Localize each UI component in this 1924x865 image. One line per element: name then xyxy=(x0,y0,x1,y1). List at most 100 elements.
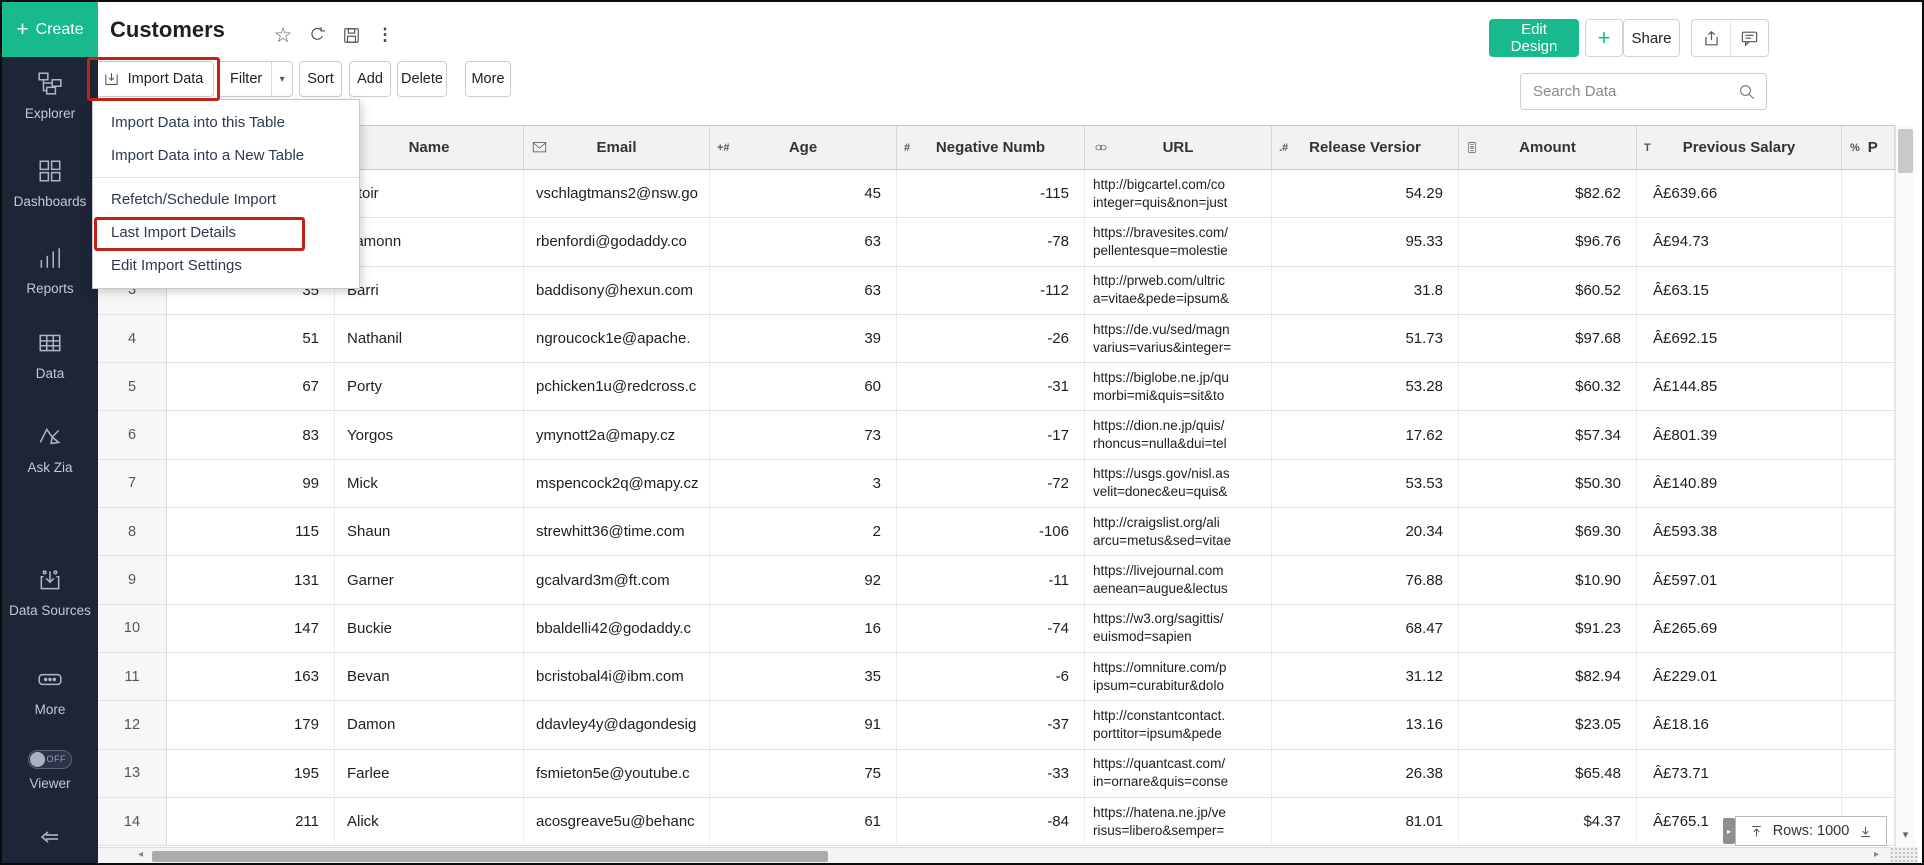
cell-p[interactable] xyxy=(1842,460,1895,507)
cell-n[interactable]: 11 xyxy=(98,653,167,700)
cell-email[interactable]: gcalvard3m@ft.com xyxy=(524,556,710,603)
cell-id[interactable]: 51 xyxy=(167,315,335,362)
cell-neg[interactable]: -78 xyxy=(897,218,1085,265)
cell-amount[interactable]: $82.94 xyxy=(1459,653,1637,700)
cell-amount[interactable]: $57.34 xyxy=(1459,411,1637,458)
cell-prev[interactable]: Â£593.38 xyxy=(1637,508,1842,555)
cell-n[interactable]: 10 xyxy=(98,605,167,652)
cell-id[interactable]: 83 xyxy=(167,411,335,458)
cell-prev[interactable]: Â£639.66 xyxy=(1637,170,1842,217)
table-row[interactable]: 1ictoirvschlagtmans2@nsw.go45-115http://… xyxy=(98,170,1895,218)
cell-id[interactable]: 67 xyxy=(167,363,335,410)
cell-release[interactable]: 53.28 xyxy=(1272,363,1459,410)
create-button[interactable]: + Create xyxy=(2,2,98,57)
cell-release[interactable]: 31.12 xyxy=(1272,653,1459,700)
cell-name[interactable]: Buckie xyxy=(335,605,524,652)
table-row[interactable]: 451Nathanilngroucock1e@apache.39-26https… xyxy=(98,315,1895,363)
menu-item-last-import-details[interactable]: Last Import Details xyxy=(93,216,359,249)
table-row[interactable]: 2eamonnrbenfordi@godaddy.co63-78https://… xyxy=(98,218,1895,266)
cell-age[interactable]: 63 xyxy=(710,218,897,265)
menu-item-refetch-schedule-import[interactable]: Refetch/Schedule Import xyxy=(93,183,359,216)
cell-n[interactable]: 8 xyxy=(98,508,167,555)
cell-age[interactable]: 61 xyxy=(710,798,897,845)
cell-id[interactable]: 115 xyxy=(167,508,335,555)
sidebar-item-dashboards[interactable]: Dashboards xyxy=(2,158,98,209)
cell-amount[interactable]: $4.37 xyxy=(1459,798,1637,845)
share-button[interactable]: Share xyxy=(1623,19,1680,57)
cell-neg[interactable]: -84 xyxy=(897,798,1085,845)
cell-url[interactable]: https://de.vu/sed/magnvarius=varius&inte… xyxy=(1085,315,1272,362)
cell-email[interactable]: acosgreave5u@behanc xyxy=(524,798,710,845)
horizontal-scrollbar[interactable]: ◂ ▸ xyxy=(98,847,1895,864)
cell-id[interactable]: 147 xyxy=(167,605,335,652)
cell-age[interactable]: 63 xyxy=(710,267,897,314)
cell-email[interactable]: baddisony@hexun.com xyxy=(524,267,710,314)
table-row[interactable]: 335Barribaddisony@hexun.com63-112http://… xyxy=(98,267,1895,315)
scroll-to-top-icon[interactable] xyxy=(1749,824,1764,839)
cell-url[interactable]: https://bravesites.com/pellentesque=mole… xyxy=(1085,218,1272,265)
cell-email[interactable]: bcristobal4i@ibm.com xyxy=(524,653,710,700)
cell-prev[interactable]: Â£597.01 xyxy=(1637,556,1842,603)
cell-url[interactable]: http://prweb.com/ultrica=vitae&pede=ipsu… xyxy=(1085,267,1272,314)
cell-prev[interactable]: Â£94.73 xyxy=(1637,218,1842,265)
cell-url[interactable]: https://livejournal.comaenean=augue&lect… xyxy=(1085,556,1272,603)
cell-neg[interactable]: -33 xyxy=(897,750,1085,797)
table-row[interactable]: 8115Shaunstrewhitt36@time.com2-106http:/… xyxy=(98,508,1895,556)
scroll-to-bottom-icon[interactable] xyxy=(1858,824,1873,839)
cell-prev[interactable]: Â£18.16 xyxy=(1637,701,1842,748)
cell-url[interactable]: https://usgs.gov/nisl.asvelit=donec&eu=q… xyxy=(1085,460,1272,507)
cell-p[interactable] xyxy=(1842,701,1895,748)
import-data-button[interactable]: Import Data xyxy=(92,61,214,97)
column-header-url[interactable]: URL xyxy=(1085,126,1272,169)
table-row[interactable]: 10147Buckiebbaldelli42@godaddy.c16-74htt… xyxy=(98,605,1895,653)
cell-amount[interactable]: $23.05 xyxy=(1459,701,1637,748)
cell-amount[interactable]: $60.52 xyxy=(1459,267,1637,314)
cell-id[interactable]: 211 xyxy=(167,798,335,845)
cell-p[interactable] xyxy=(1842,653,1895,700)
cell-neg[interactable]: -11 xyxy=(897,556,1085,603)
cell-prev[interactable]: Â£140.89 xyxy=(1637,460,1842,507)
cell-age[interactable]: 92 xyxy=(710,556,897,603)
cell-age[interactable]: 3 xyxy=(710,460,897,507)
cell-p[interactable] xyxy=(1842,411,1895,458)
rows-badge-handle[interactable]: ▸ xyxy=(1723,818,1735,844)
cell-p[interactable] xyxy=(1842,750,1895,797)
cell-p[interactable] xyxy=(1842,315,1895,362)
cell-email[interactable]: bbaldelli42@godaddy.c xyxy=(524,605,710,652)
cell-p[interactable] xyxy=(1842,363,1895,410)
sidebar-item-explorer[interactable]: Explorer xyxy=(2,70,98,121)
cell-p[interactable] xyxy=(1842,556,1895,603)
cell-name[interactable]: eamonn xyxy=(335,218,524,265)
sidebar-item-more[interactable]: More xyxy=(2,666,98,717)
delete-button[interactable]: Delete xyxy=(397,61,447,97)
search-input[interactable] xyxy=(1533,83,1738,100)
cell-url[interactable]: https://hatena.ne.jp/verisus=libero&semp… xyxy=(1085,798,1272,845)
favorite-star-icon[interactable]: ☆ xyxy=(270,22,296,48)
cell-email[interactable]: fsmieton5e@youtube.c xyxy=(524,750,710,797)
cell-release[interactable]: 51.73 xyxy=(1272,315,1459,362)
column-header-previous-salary[interactable]: TPrevious Salary xyxy=(1637,126,1842,169)
cell-amount[interactable]: $65.48 xyxy=(1459,750,1637,797)
edit-design-button[interactable]: Edit Design xyxy=(1489,19,1579,57)
cell-name[interactable]: Damon xyxy=(335,701,524,748)
sidebar-item-ask-zia[interactable]: Ask Zia xyxy=(2,424,98,475)
add-new-button[interactable]: + xyxy=(1585,19,1623,57)
column-header-release-versior[interactable]: .#Release Versior xyxy=(1272,126,1459,169)
table-row[interactable]: 683Yorgosymynott2a@mapy.cz73-17https://d… xyxy=(98,411,1895,459)
table-row[interactable]: 11163Bevanbcristobal4i@ibm.com35-6https:… xyxy=(98,653,1895,701)
table-row[interactable]: 13195Farleefsmieton5e@youtube.c75-33http… xyxy=(98,750,1895,798)
table-row[interactable]: 567Portypchicken1u@redcross.c60-31https:… xyxy=(98,363,1895,411)
cell-prev[interactable]: Â£144.85 xyxy=(1637,363,1842,410)
table-row[interactable]: 9131Garnergcalvard3m@ft.com92-11https://… xyxy=(98,556,1895,604)
cell-prev[interactable]: Â£229.01 xyxy=(1637,653,1842,700)
cell-url[interactable]: https://biglobe.ne.jp/qumorbi=mi&quis=si… xyxy=(1085,363,1272,410)
cell-email[interactable]: mspencock2q@mapy.cz xyxy=(524,460,710,507)
cell-name[interactable]: Shaun xyxy=(335,508,524,555)
cell-release[interactable]: 31.8 xyxy=(1272,267,1459,314)
cell-id[interactable]: 99 xyxy=(167,460,335,507)
cell-neg[interactable]: -26 xyxy=(897,315,1085,362)
cell-neg[interactable]: -6 xyxy=(897,653,1085,700)
cell-release[interactable]: 81.01 xyxy=(1272,798,1459,845)
sidebar-item-reports[interactable]: Reports xyxy=(2,245,98,296)
refresh-icon[interactable] xyxy=(304,22,330,48)
